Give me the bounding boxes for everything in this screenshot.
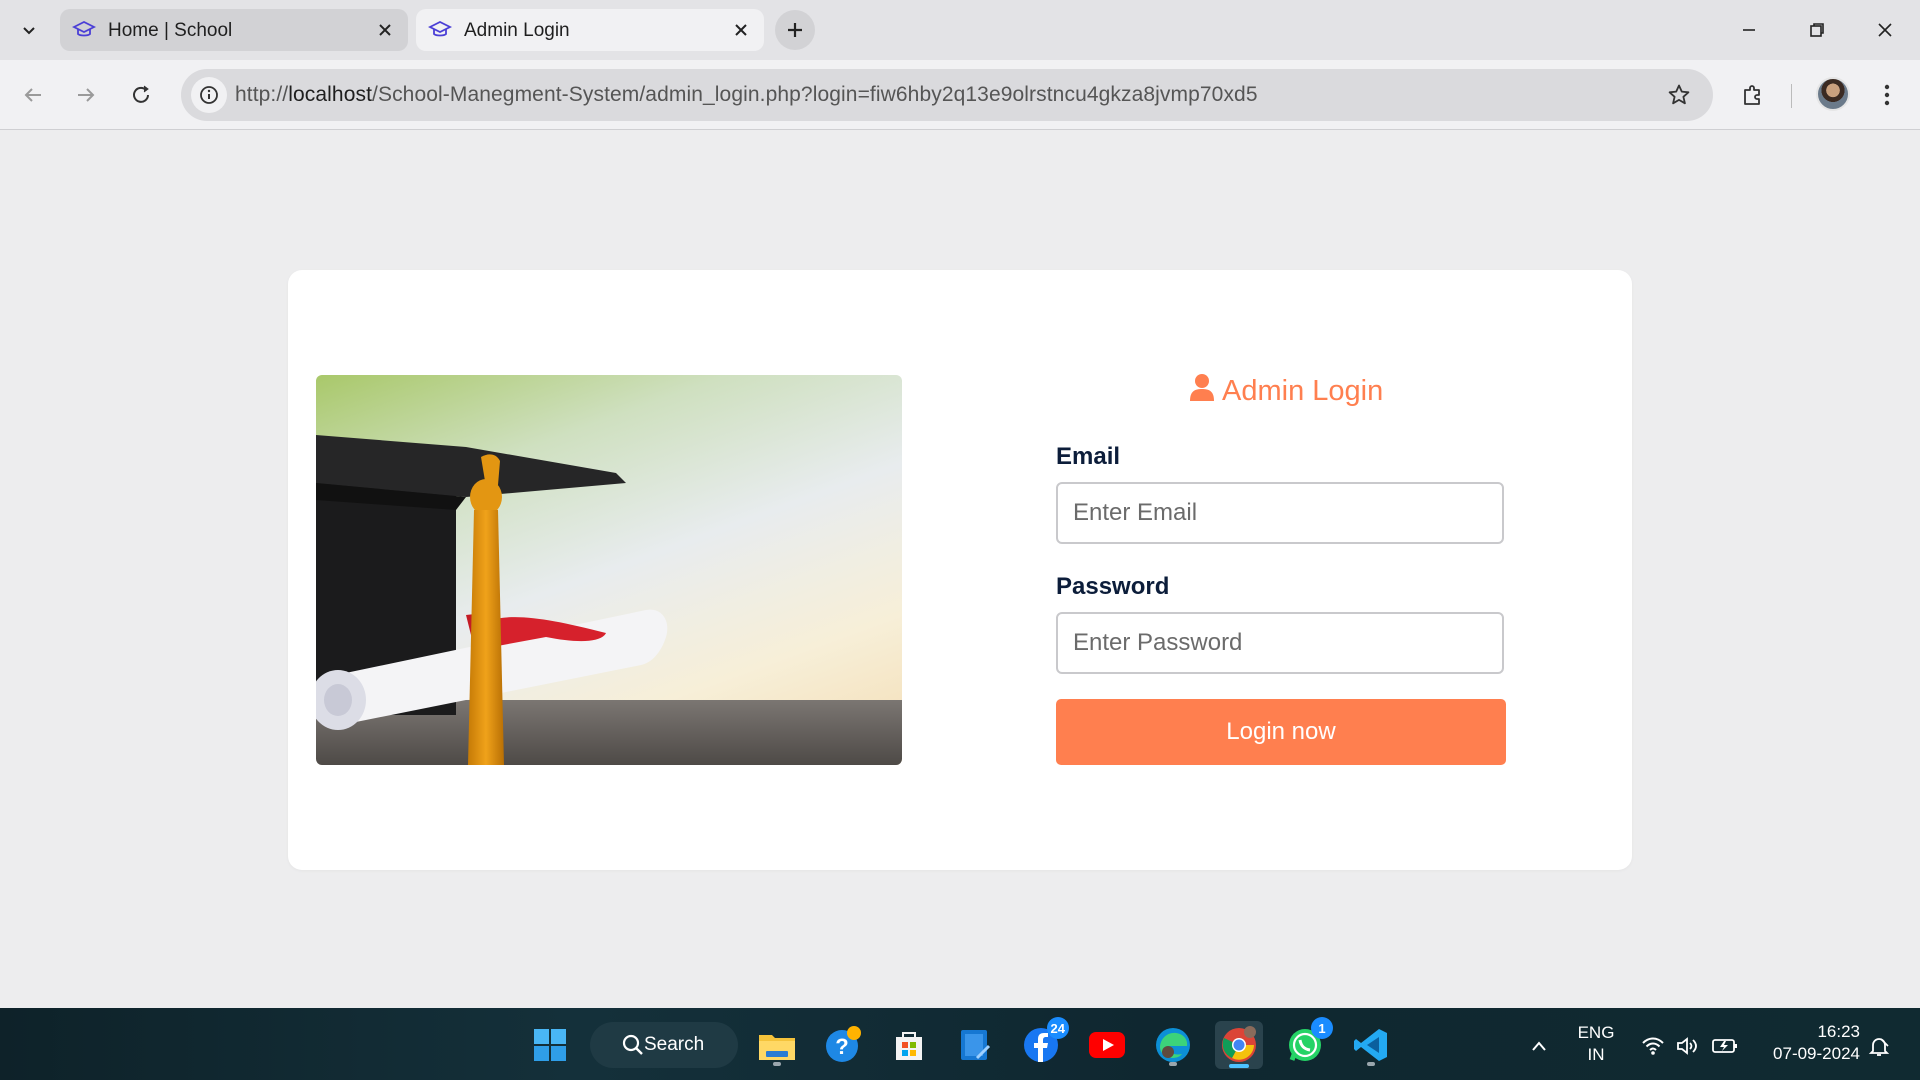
help-icon[interactable]: ? xyxy=(819,1021,867,1069)
taskbar-search[interactable]: Search xyxy=(590,1022,738,1068)
url-path: /School-Manegment-System/admin_login.php… xyxy=(372,83,1258,106)
new-tab-button[interactable] xyxy=(775,10,815,50)
tab-title: Home | School xyxy=(108,20,233,41)
edge-icon[interactable] xyxy=(1149,1021,1197,1069)
notification-badge: 24 xyxy=(1046,1017,1069,1039)
url-text: http://localhost/School-Manegment-System… xyxy=(235,83,1258,107)
email-input[interactable] xyxy=(1056,482,1504,544)
language-line-1: ENG xyxy=(1577,1023,1615,1042)
restore-icon[interactable] xyxy=(1792,8,1842,52)
clock-date: 07-09-2024 xyxy=(1773,1044,1860,1063)
close-tab-icon[interactable] xyxy=(728,17,754,43)
toolbar-divider xyxy=(1791,84,1792,108)
clock[interactable]: 16:23 07-09-2024 xyxy=(1752,1021,1860,1065)
notification-badge: 1 xyxy=(1311,1017,1333,1039)
site-info-icon[interactable] xyxy=(191,77,227,113)
email-label: Email xyxy=(1056,443,1121,470)
more-menu-icon[interactable] xyxy=(1868,76,1906,114)
tab-search-chevron-icon[interactable] xyxy=(14,14,44,46)
url-scheme: http:// xyxy=(235,83,289,106)
graduation-cap-icon xyxy=(427,18,453,42)
chrome-icon[interactable] xyxy=(1215,1021,1263,1069)
facebook-icon[interactable]: 24 xyxy=(1017,1017,1069,1069)
youtube-icon[interactable] xyxy=(1083,1021,1131,1069)
url-host: localhost xyxy=(288,83,373,106)
reload-icon[interactable] xyxy=(122,76,160,114)
password-input[interactable] xyxy=(1056,612,1504,674)
active-indicator xyxy=(1229,1064,1249,1068)
show-hidden-icons-chevron-icon[interactable] xyxy=(1526,1034,1552,1058)
notifications-bell-icon[interactable] xyxy=(1866,1034,1892,1058)
browser-toolbar: http://localhost/School-Manegment-System… xyxy=(0,60,1920,130)
browser-tab-bar: Home | School Admin Login xyxy=(0,0,1920,60)
login-title-text: Admin Login xyxy=(1222,374,1384,407)
windows-taskbar: Search ? 24 1 ENG IN 16:23 07-09-2024 xyxy=(0,1008,1920,1080)
language-line-2: IN xyxy=(1587,1045,1605,1064)
address-bar[interactable]: http://localhost/School-Manegment-System… xyxy=(181,69,1713,121)
login-heading: Admin Login xyxy=(1190,373,1383,409)
tab-admin-login[interactable]: Admin Login xyxy=(416,9,764,51)
language-indicator[interactable]: ENG IN xyxy=(1572,1022,1620,1066)
password-label: Password xyxy=(1056,573,1170,600)
minimize-icon[interactable] xyxy=(1724,8,1774,52)
tab-home-school[interactable]: Home | School xyxy=(60,9,408,51)
forward-arrow-icon[interactable] xyxy=(67,76,105,114)
microsoft-store-icon[interactable] xyxy=(885,1021,933,1069)
bookmark-star-icon[interactable] xyxy=(1665,81,1693,109)
profile-avatar[interactable] xyxy=(1816,77,1850,111)
close-tab-icon[interactable] xyxy=(372,17,398,43)
extensions-puzzle-icon[interactable] xyxy=(1734,76,1772,114)
svg-text:?: ? xyxy=(835,1034,848,1059)
clock-time: 16:23 xyxy=(1817,1022,1860,1041)
whatsapp-icon[interactable]: 1 xyxy=(1281,1017,1333,1069)
user-icon xyxy=(1190,373,1214,409)
close-window-icon[interactable] xyxy=(1860,8,1910,52)
battery-charging-icon[interactable] xyxy=(1712,1034,1738,1058)
notepad-icon[interactable] xyxy=(951,1021,999,1069)
volume-icon[interactable] xyxy=(1675,1034,1701,1058)
search-label: Search xyxy=(644,1034,705,1055)
back-arrow-icon[interactable] xyxy=(14,76,52,114)
search-icon xyxy=(622,1034,644,1062)
windows-start-icon[interactable] xyxy=(526,1021,574,1069)
tab-title: Admin Login xyxy=(464,20,570,41)
wifi-icon[interactable] xyxy=(1640,1034,1666,1058)
running-indicator xyxy=(1169,1062,1177,1066)
login-now-button[interactable]: Login now xyxy=(1056,699,1506,765)
file-explorer-icon[interactable] xyxy=(753,1021,801,1069)
running-indicator xyxy=(773,1062,781,1066)
graduation-cap-diploma-image xyxy=(316,375,902,765)
vscode-icon[interactable] xyxy=(1347,1021,1395,1069)
graduation-cap-icon xyxy=(71,18,97,42)
running-indicator xyxy=(1367,1062,1375,1066)
